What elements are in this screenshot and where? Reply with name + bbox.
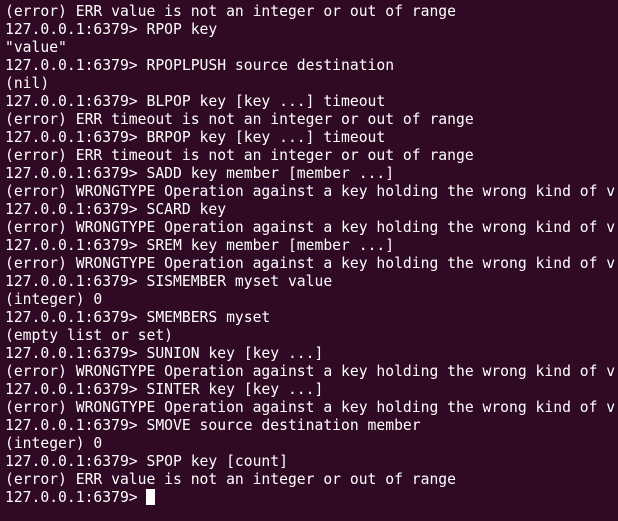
terminal-line: (nil) — [5, 75, 50, 92]
terminal-window[interactable]: (error) ERR value is not an integer or o… — [0, 0, 618, 521]
terminal-line: 127.0.0.1:6379> SADD key member [member … — [5, 165, 395, 182]
terminal-line: (error) ERR timeout is not an integer or… — [5, 147, 474, 164]
terminal-line: (error) ERR value is not an integer or o… — [5, 3, 456, 20]
terminal-line: (error) WRONGTYPE Operation against a ke… — [5, 219, 616, 236]
terminal-line: (error) WRONGTYPE Operation against a ke… — [5, 255, 616, 272]
terminal-line: "value" — [5, 39, 67, 56]
terminal-line: 127.0.0.1:6379> RPOP key — [5, 21, 218, 38]
terminal-line: 127.0.0.1:6379> SMEMBERS myset — [5, 309, 271, 326]
terminal-line: (integer) 0 — [5, 435, 103, 452]
prompt-text: 127.0.0.1:6379> — [5, 489, 147, 506]
terminal-line: 127.0.0.1:6379> BRPOP key [key ...] time… — [5, 129, 386, 146]
terminal-line: 127.0.0.1:6379> SREM key member [member … — [5, 237, 395, 254]
prompt-line[interactable]: 127.0.0.1:6379> — [5, 489, 618, 507]
terminal-line: (error) WRONGTYPE Operation against a ke… — [5, 363, 616, 380]
terminal-line: (integer) 0 — [5, 291, 103, 308]
terminal-line: (empty list or set) — [5, 327, 174, 344]
terminal-line: 127.0.0.1:6379> SPOP key [count] — [5, 453, 288, 470]
terminal-line: 127.0.0.1:6379> RPOPLPUSH source destina… — [5, 57, 395, 74]
text-cursor — [146, 489, 156, 505]
terminal-line: (error) ERR timeout is not an integer or… — [5, 111, 474, 128]
terminal-line: 127.0.0.1:6379> BLPOP key [key ...] time… — [5, 93, 386, 110]
terminal-line: (error) ERR value is not an integer or o… — [5, 471, 456, 488]
terminal-line: 127.0.0.1:6379> SINTER key [key ...] — [5, 381, 324, 398]
terminal-line: 127.0.0.1:6379> SISMEMBER myset value — [5, 273, 333, 290]
terminal-line: (error) WRONGTYPE Operation against a ke… — [5, 399, 616, 416]
terminal-line: 127.0.0.1:6379> SCARD key — [5, 201, 227, 218]
terminal-output: (error) ERR value is not an integer or o… — [5, 3, 618, 489]
terminal-line: (error) WRONGTYPE Operation against a ke… — [5, 183, 616, 200]
terminal-line: 127.0.0.1:6379> SMOVE source destination… — [5, 417, 421, 434]
terminal-line: 127.0.0.1:6379> SUNION key [key ...] — [5, 345, 324, 362]
